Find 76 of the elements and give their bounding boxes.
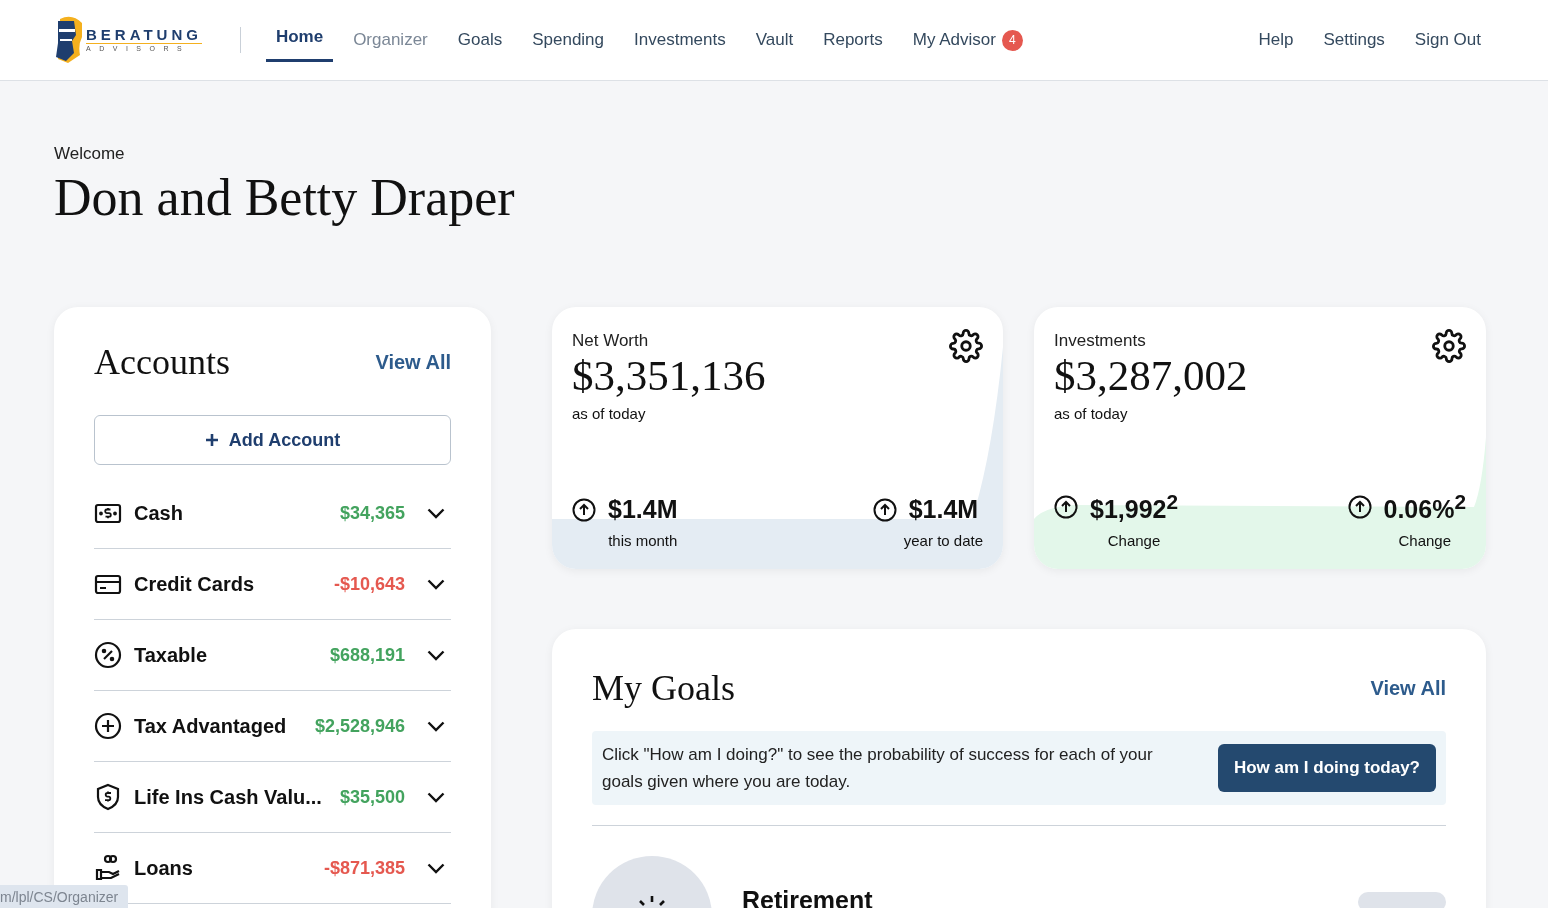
chevron-icon[interactable] [427,791,445,803]
account-name: Loans [134,856,194,880]
account-name: Taxable [134,643,208,667]
hand-coins-icon [94,854,122,882]
as-of-label: as of today [572,405,647,422]
notification-badge: 4 [1001,29,1023,51]
nav-link[interactable]: Investments [624,0,736,80]
chevron-icon[interactable] [427,862,445,874]
nav-link[interactable]: Sign Out [1399,0,1496,80]
account-name: Cash [134,501,184,525]
how-am-i-doing-button[interactable]: How am I doing today? [1217,744,1436,792]
nav-label: Reports [823,30,883,50]
total-value: $3,287,002 [1054,351,1248,401]
nav-label: Goals [457,30,503,50]
nav-label: Investments [634,30,726,50]
stat-value: 0.06%$^{2}$ [1383,489,1466,524]
nav-link[interactable]: Vault [745,0,804,80]
card-title: My Goals [592,667,735,709]
settings-icon[interactable] [949,329,983,363]
card-title: Net Worth [572,331,650,351]
info-text: Click "How am I doing?" to see the probability of success for each of your goals given where you are today. [602,744,1154,793]
total-value: $3,351,136 [572,351,766,401]
stat-value: $1,992$^{2}$ [1090,489,1179,524]
nav-link[interactable]: Goals [447,0,513,80]
stat-value: $1.4M [608,495,678,524]
nav-label: Organizer [353,30,428,50]
stat-label: Change [1106,532,1161,549]
account-row[interactable]: Tax Advantaged $2,528,946 [94,691,451,762]
as-of-label: as of today [1054,405,1129,422]
nav-link[interactable]: Settings [1308,0,1400,80]
account-amount: $2,528,946 [314,715,405,737]
account-row[interactable]: Taxable $688,191 [94,620,451,691]
nav-link[interactable]: Spending [522,0,615,80]
nav-link[interactable]: Organizer [343,0,438,80]
chevron-icon[interactable] [427,649,445,661]
account-name: Credit Cards [134,572,256,596]
account-amount: $34,365 [339,502,405,524]
account-amount: -$871,385 [323,857,405,879]
account-amount: -$10,643 [333,573,405,595]
account-row[interactable]: Cash $34,365 [94,478,451,549]
nav-label: Home [275,27,324,47]
nav-link[interactable]: Home [265,0,334,62]
account-row[interactable]: Credit Cards -$10,643 [94,549,451,620]
card-title: Accounts [94,341,230,383]
plus-circle-icon [94,712,122,740]
nav-label: Vault [755,30,794,50]
nav-link[interactable]: Reports [813,0,893,80]
view-all-link[interactable]: View All [1370,676,1446,700]
chevron-icon[interactable] [427,720,445,732]
stat-label: Change [1397,532,1452,549]
add-account-button[interactable]: Add Account [94,415,451,465]
nav-label: My Advisor [912,30,996,50]
shield-dollar-icon [94,783,122,811]
chevron-icon[interactable] [427,578,445,590]
logo-name: BERATUNG [86,27,202,44]
welcome-label: Welcome [54,144,126,164]
account-row[interactable]: Life Ins Cash Valu... $35,500 [94,762,451,833]
account-name: Life Ins Cash Valu... [134,785,323,809]
account-name: Tax Advantaged [134,714,288,738]
settings-icon[interactable] [1432,329,1466,363]
stat-label: year to date [902,532,983,549]
nav-link[interactable]: Help [1243,0,1309,80]
household-name: Don and Betty Draper [54,168,516,228]
helmet-icon [54,15,84,65]
nav-link[interactable]: My Advisor 4 [902,0,1033,80]
card-title: Investments [1054,331,1147,351]
plus-icon [204,433,219,447]
account-amount: $35,500 [339,786,405,808]
nav-label: Spending [532,30,605,50]
percent-icon [94,641,122,669]
chevron-icon[interactable] [427,507,445,519]
view-all-link[interactable]: View All [375,350,451,374]
stat-label: this month [607,532,678,549]
stat-value: $1.4M [908,495,979,524]
account-amount: $688,191 [329,644,405,666]
status-url: m/lpl/CS/Organizer [0,885,129,908]
